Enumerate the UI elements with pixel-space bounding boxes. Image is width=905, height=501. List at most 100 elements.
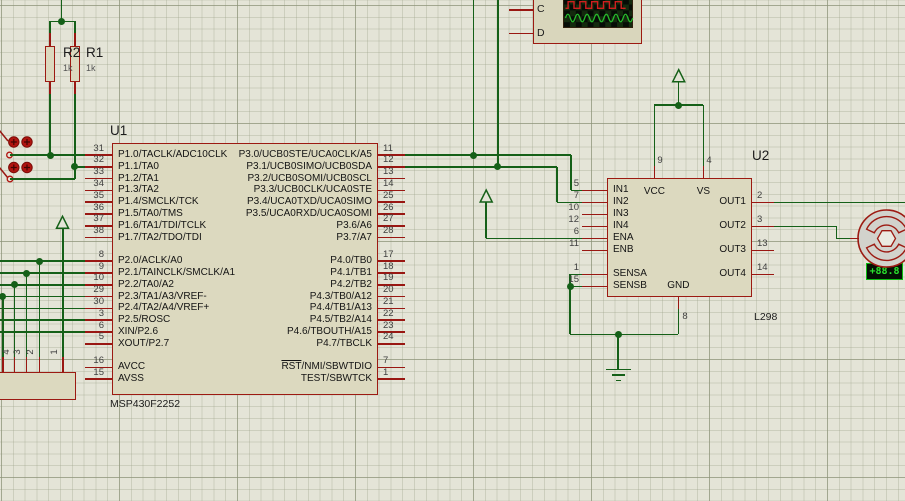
pin-number: 34 bbox=[93, 177, 104, 189]
pin-number: 24 bbox=[383, 331, 394, 343]
wire bbox=[405, 166, 558, 168]
pin-name: P3.7/A7 bbox=[336, 231, 372, 243]
pin-name: P1.7/TA2/TDO/TDI bbox=[118, 231, 202, 243]
pin-name: P4.5/TB2/A14 bbox=[309, 314, 372, 326]
pin-number: 8 bbox=[98, 248, 104, 260]
pin-number: 12 bbox=[383, 154, 394, 166]
pin-name: P2.2/TA0/A2 bbox=[118, 278, 174, 290]
wire bbox=[653, 105, 656, 167]
pin-number: 6 bbox=[98, 319, 104, 331]
pin-stub bbox=[85, 236, 112, 239]
pin-number: 14 bbox=[383, 177, 394, 189]
pin-stub bbox=[85, 343, 112, 345]
pin-name: IN1 bbox=[613, 184, 629, 196]
pin-stub bbox=[582, 201, 607, 204]
wire bbox=[702, 105, 705, 167]
pin-name: P2.5/ROSC bbox=[118, 314, 171, 326]
wire bbox=[25, 273, 28, 357]
wire bbox=[10, 178, 75, 180]
pin-name: SENSB bbox=[613, 280, 647, 292]
pin-name: AVCC bbox=[118, 361, 146, 373]
pin-name: P1.4/SMCLK/TCK bbox=[118, 196, 199, 208]
pin-stub bbox=[378, 236, 406, 239]
pin-name: XIN/P2.6 bbox=[118, 326, 159, 337]
pin-name: OUT4 bbox=[719, 268, 746, 280]
pin-name: P1.2/TA1 bbox=[118, 172, 159, 184]
pin-name: IN3 bbox=[613, 208, 629, 220]
pin-name: P3.0/UCB0STE/UCA0CLK/A5 bbox=[238, 149, 372, 160]
pin-stub bbox=[62, 356, 64, 372]
pin-stub bbox=[25, 356, 28, 372]
pin-number: 6 bbox=[573, 225, 579, 237]
pin-name: RST/NMI/SBWTDIO bbox=[281, 361, 372, 373]
pin-name: VS bbox=[696, 185, 711, 197]
pin-name: VCC bbox=[643, 185, 665, 197]
pin-number: 16 bbox=[93, 354, 104, 366]
pin-number: 4 bbox=[706, 155, 712, 166]
pin-number: 7 bbox=[383, 354, 389, 366]
pin-number: 1 bbox=[573, 261, 579, 273]
wire bbox=[615, 379, 621, 382]
wire bbox=[773, 225, 837, 228]
pin-number: 36 bbox=[93, 201, 104, 213]
pin-number: 31 bbox=[93, 142, 104, 154]
pin-number: 38 bbox=[93, 225, 104, 237]
pin-name: P4.1/TB1 bbox=[330, 267, 372, 278]
wire bbox=[0, 307, 85, 310]
pin-stub bbox=[582, 213, 607, 216]
pin-number: 19 bbox=[383, 272, 394, 284]
pin-name: XOUT/P2.7 bbox=[118, 337, 170, 349]
wire bbox=[49, 21, 51, 33]
junction-dot bbox=[675, 101, 683, 109]
pin-stub bbox=[509, 32, 534, 35]
pin-name: AVSS bbox=[118, 373, 144, 385]
pin-stub bbox=[751, 249, 774, 252]
pin-number: 28 bbox=[383, 225, 394, 237]
wire bbox=[0, 272, 85, 274]
junction-dot bbox=[22, 269, 30, 277]
pin-number: 15 bbox=[93, 366, 104, 378]
pin-name: P3.6/A6 bbox=[336, 219, 372, 231]
pin-stub bbox=[653, 166, 656, 179]
pin-name: P4.3/TB0/A12 bbox=[309, 290, 372, 302]
pin-number: 7 bbox=[573, 189, 579, 201]
pin-name: P3.2/UCB0SOMI/UCB0SCL bbox=[247, 172, 373, 184]
pin-name: P4.4/TB1/A13 bbox=[309, 302, 372, 314]
wire bbox=[836, 237, 851, 240]
pin-name: P2.3/TA1/A3/VREF- bbox=[118, 290, 207, 302]
pin-stub bbox=[74, 81, 76, 94]
pin-stub bbox=[582, 225, 607, 228]
pin-stub bbox=[509, 9, 534, 11]
pin-stub bbox=[582, 189, 607, 192]
pin-name: P4.2/TB2 bbox=[330, 278, 372, 290]
pin-number: 9 bbox=[98, 260, 104, 272]
pin-stub bbox=[751, 201, 774, 204]
wire bbox=[835, 226, 838, 239]
wire bbox=[62, 228, 64, 357]
pin-stub bbox=[582, 285, 607, 288]
pin-number: 11 bbox=[383, 142, 393, 154]
pin-name: P3.1/UCB0SIMO/UCB0SDA bbox=[246, 160, 372, 172]
dc-motor[interactable] bbox=[857, 209, 905, 268]
wire bbox=[405, 154, 571, 156]
wire bbox=[0, 295, 85, 298]
pin-number: 2 bbox=[757, 189, 763, 201]
pin-name: ENB bbox=[613, 244, 634, 256]
pin-number: 12 bbox=[568, 213, 579, 225]
pin-number: 1 bbox=[49, 349, 60, 355]
pin-number: 32 bbox=[93, 154, 104, 166]
pin-name: SENSA bbox=[613, 268, 647, 280]
pin-name: P3.3/UCB0CLK/UCA0STE bbox=[253, 184, 372, 196]
junction-dot bbox=[46, 151, 54, 159]
pin-stub bbox=[582, 249, 607, 252]
pin-number: 20 bbox=[383, 284, 394, 296]
pin-number: 29 bbox=[93, 284, 104, 296]
pin-number: 3 bbox=[98, 307, 104, 319]
pin-number: 13 bbox=[383, 166, 394, 178]
wire bbox=[497, 0, 499, 167]
pin-number: 4 bbox=[0, 349, 12, 355]
pin-stub bbox=[702, 166, 705, 179]
wire bbox=[0, 331, 85, 333]
pin-name: P2.4/TA2/A4/VREF+ bbox=[118, 302, 210, 314]
wire bbox=[38, 261, 41, 357]
